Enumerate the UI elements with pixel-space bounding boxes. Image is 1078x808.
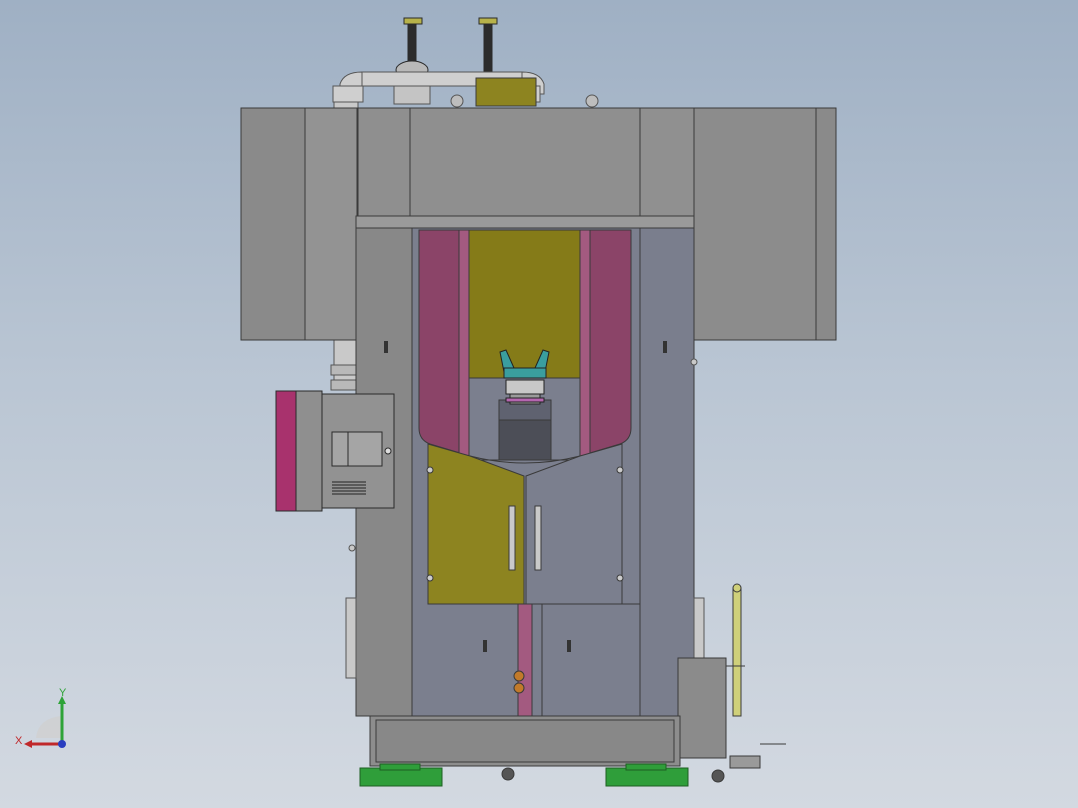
axis-triad: Y X xyxy=(15,688,67,748)
furnace-chamber xyxy=(418,229,632,464)
pipe-manifold xyxy=(332,71,599,108)
y-axis-label: Y xyxy=(59,688,67,699)
x-axis-label: X xyxy=(15,735,23,747)
control-box xyxy=(275,390,395,512)
z-axis-icon xyxy=(58,740,66,748)
leveling-feet xyxy=(359,763,689,787)
exhaust-stacks xyxy=(395,17,498,80)
cad-viewport[interactable] xyxy=(0,0,1078,808)
